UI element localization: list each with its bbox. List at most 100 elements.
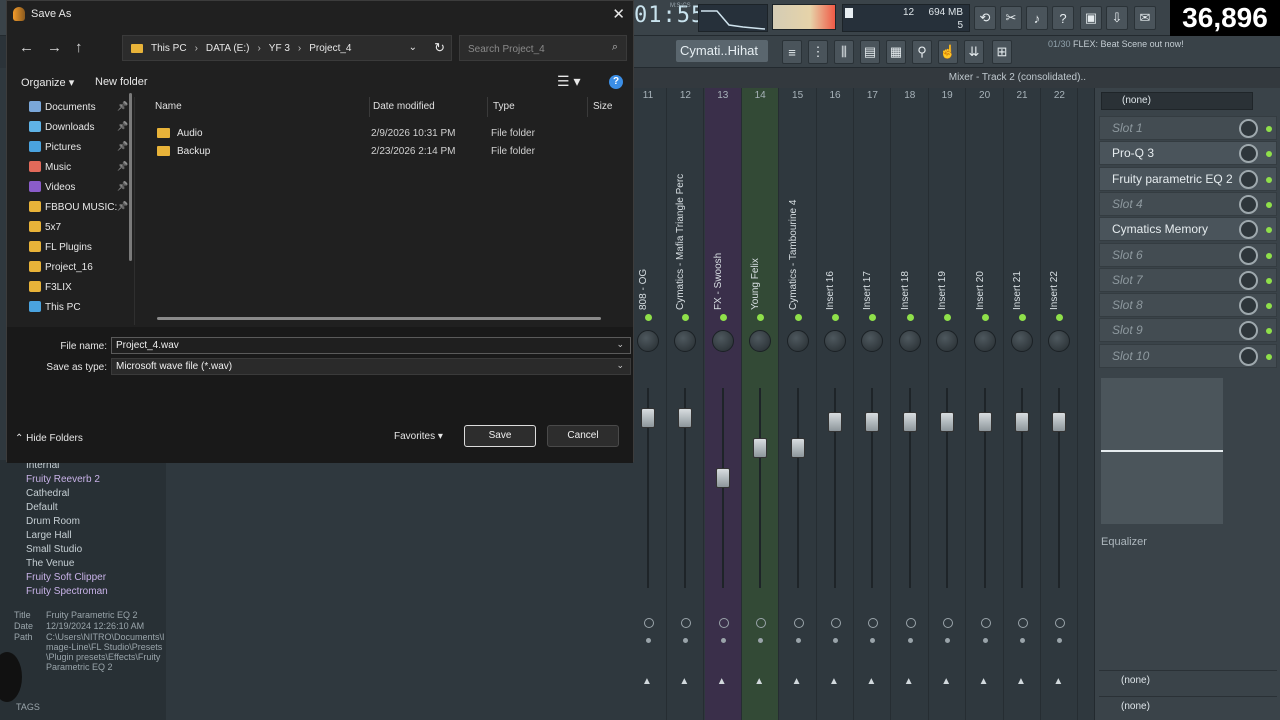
route-icon[interactable] bbox=[681, 618, 692, 628]
effect-slot[interactable]: Slot 4 bbox=[1099, 191, 1277, 216]
send-dot[interactable] bbox=[870, 638, 876, 643]
route-icon[interactable] bbox=[1018, 618, 1028, 628]
touch-icon[interactable]: ☝ bbox=[938, 40, 958, 64]
route-icon[interactable] bbox=[980, 618, 991, 628]
breadcrumb-item[interactable]: Project_4 bbox=[309, 43, 351, 54]
help-icon[interactable]: ? bbox=[1052, 6, 1074, 30]
send-dot[interactable] bbox=[758, 638, 764, 643]
send-arrow-icon[interactable]: ▲ bbox=[792, 676, 802, 687]
pan-knob[interactable] bbox=[637, 330, 659, 352]
effect-slot[interactable]: Slot 10 bbox=[1099, 343, 1277, 368]
strip-led[interactable] bbox=[1019, 314, 1026, 321]
pan-knob[interactable] bbox=[1011, 330, 1033, 352]
mixer-strip[interactable]: 17 Insert 17 ▲ bbox=[854, 88, 892, 720]
piano-roll-icon[interactable]: ▤ bbox=[860, 40, 880, 64]
nav-item[interactable]: Downloads 📌 bbox=[19, 119, 134, 137]
slot-led[interactable] bbox=[1266, 201, 1272, 208]
route-icon[interactable] bbox=[718, 618, 729, 628]
breadcrumb-item[interactable]: YF 3 bbox=[269, 43, 290, 54]
send-arrow-icon[interactable]: ▲ bbox=[1053, 676, 1063, 687]
mixer-icon[interactable]: ⫼ bbox=[834, 40, 854, 64]
view-options-icon[interactable]: ☰ ▾ bbox=[557, 73, 580, 90]
eq-display[interactable] bbox=[1101, 378, 1223, 524]
send-arrow-icon[interactable]: ▲ bbox=[979, 676, 989, 687]
slot-mix-knob[interactable] bbox=[1239, 270, 1258, 290]
browser-item[interactable]: The Venue bbox=[26, 558, 74, 569]
pan-knob[interactable] bbox=[1048, 330, 1071, 352]
volume-fader[interactable] bbox=[865, 412, 880, 432]
slot-mix-knob[interactable] bbox=[1239, 321, 1258, 341]
chevron-down-icon[interactable]: ⌄ bbox=[409, 42, 417, 53]
volume-fader[interactable] bbox=[753, 438, 768, 458]
slot-led[interactable] bbox=[1266, 252, 1272, 259]
browser-item[interactable]: Fruity Soft Clipper bbox=[26, 572, 106, 583]
volume-fader[interactable] bbox=[902, 412, 917, 432]
save-button[interactable]: Save bbox=[464, 425, 536, 447]
nav-item[interactable]: Pictures 📌 bbox=[19, 139, 134, 157]
browser-item[interactable]: Fruity Reeverb 2 bbox=[26, 474, 100, 485]
effect-slot[interactable]: Pro-Q 3 bbox=[1099, 141, 1277, 166]
volume-fader[interactable] bbox=[828, 412, 842, 432]
pattern-selector[interactable]: Cymati..Hihat bbox=[676, 40, 768, 62]
nav-item[interactable]: This PC bbox=[19, 299, 134, 317]
pan-knob[interactable] bbox=[824, 330, 846, 352]
cancel-button[interactable]: Cancel bbox=[547, 425, 619, 447]
browser-item[interactable]: Large Hall bbox=[26, 530, 72, 541]
send-arrow-icon[interactable]: ▲ bbox=[904, 676, 914, 687]
slot-mix-knob[interactable] bbox=[1239, 169, 1258, 189]
browser-item[interactable]: Small Studio bbox=[26, 544, 82, 555]
forward-icon[interactable]: → bbox=[47, 39, 62, 56]
strip-led[interactable] bbox=[944, 314, 952, 321]
render-icon[interactable]: ⇩ bbox=[1106, 6, 1128, 30]
hide-folders-button[interactable]: ⌃ Hide Folders bbox=[15, 433, 83, 444]
column-divider[interactable] bbox=[369, 97, 370, 117]
volume-fader[interactable] bbox=[1015, 412, 1029, 432]
route-icon[interactable] bbox=[644, 618, 654, 628]
send-arrow-icon[interactable]: ▲ bbox=[642, 676, 652, 687]
effect-slot[interactable]: Slot 9 bbox=[1099, 318, 1277, 343]
mixer-strip[interactable]: 18 Insert 18 ▲ bbox=[891, 88, 929, 720]
effect-slot[interactable]: Cymatics Memory bbox=[1099, 217, 1277, 242]
column-divider[interactable] bbox=[587, 97, 588, 117]
chevron-down-icon[interactable]: ⌄ bbox=[616, 360, 624, 371]
route-icon[interactable] bbox=[1055, 618, 1066, 628]
pan-knob[interactable] bbox=[973, 330, 996, 352]
pan-knob[interactable] bbox=[749, 330, 772, 352]
save-icon[interactable]: ▣ bbox=[1080, 6, 1102, 30]
slot-led[interactable] bbox=[1266, 303, 1272, 310]
pan-knob[interactable] bbox=[861, 330, 884, 352]
strip-led[interactable] bbox=[794, 314, 802, 321]
send-dot[interactable] bbox=[945, 638, 951, 643]
up-arrow-icon[interactable]: ↑ bbox=[75, 39, 83, 56]
pan-knob[interactable] bbox=[674, 330, 697, 352]
browser-item[interactable]: Cathedral bbox=[26, 488, 69, 499]
organize-button[interactable]: Organize ▾ bbox=[21, 76, 74, 89]
slot-led[interactable] bbox=[1266, 277, 1272, 284]
mixer-strip[interactable]: 12 Cymatics - Mafia Triangle Perc ▲ bbox=[667, 88, 705, 720]
refresh-icon[interactable]: ↻ bbox=[434, 40, 445, 56]
new-folder-button[interactable]: New folder bbox=[95, 76, 148, 88]
slot-mix-knob[interactable] bbox=[1239, 144, 1258, 164]
send-dot[interactable] bbox=[907, 638, 913, 643]
nav-item[interactable]: F3LIX bbox=[19, 279, 134, 297]
mixer-strip[interactable]: 14 Young Felix ▲ bbox=[742, 88, 780, 720]
slot-led[interactable] bbox=[1266, 227, 1272, 234]
search-input[interactable]: Search Project_4 ⌕ bbox=[459, 35, 627, 61]
send-dot[interactable] bbox=[795, 638, 801, 643]
strip-led[interactable] bbox=[645, 314, 652, 321]
effect-slot[interactable]: Slot 8 bbox=[1099, 293, 1277, 318]
chat-icon[interactable]: ✉ bbox=[1134, 6, 1156, 30]
strip-led[interactable] bbox=[1056, 314, 1064, 321]
address-bar[interactable]: This PC › DATA (E:) › YF 3 › Project_4 ⌄ ↻ bbox=[122, 35, 452, 61]
slot-mix-knob[interactable] bbox=[1239, 119, 1258, 138]
volume-fader[interactable] bbox=[1052, 412, 1067, 432]
route-icon[interactable] bbox=[905, 618, 916, 628]
volume-fader[interactable] bbox=[678, 408, 693, 428]
send-arrow-icon[interactable]: ▲ bbox=[829, 676, 839, 687]
file-row[interactable]: Audio 2/9/2026 10:31 PM File folder bbox=[147, 125, 617, 143]
strip-led[interactable] bbox=[869, 314, 877, 321]
horizontal-scrollbar[interactable] bbox=[157, 317, 601, 320]
favorites-button[interactable]: Favorites ▾ bbox=[394, 431, 443, 442]
breadcrumb-item[interactable]: DATA (E:) bbox=[206, 43, 250, 54]
chevron-down-icon[interactable]: ⌄ bbox=[616, 339, 624, 350]
